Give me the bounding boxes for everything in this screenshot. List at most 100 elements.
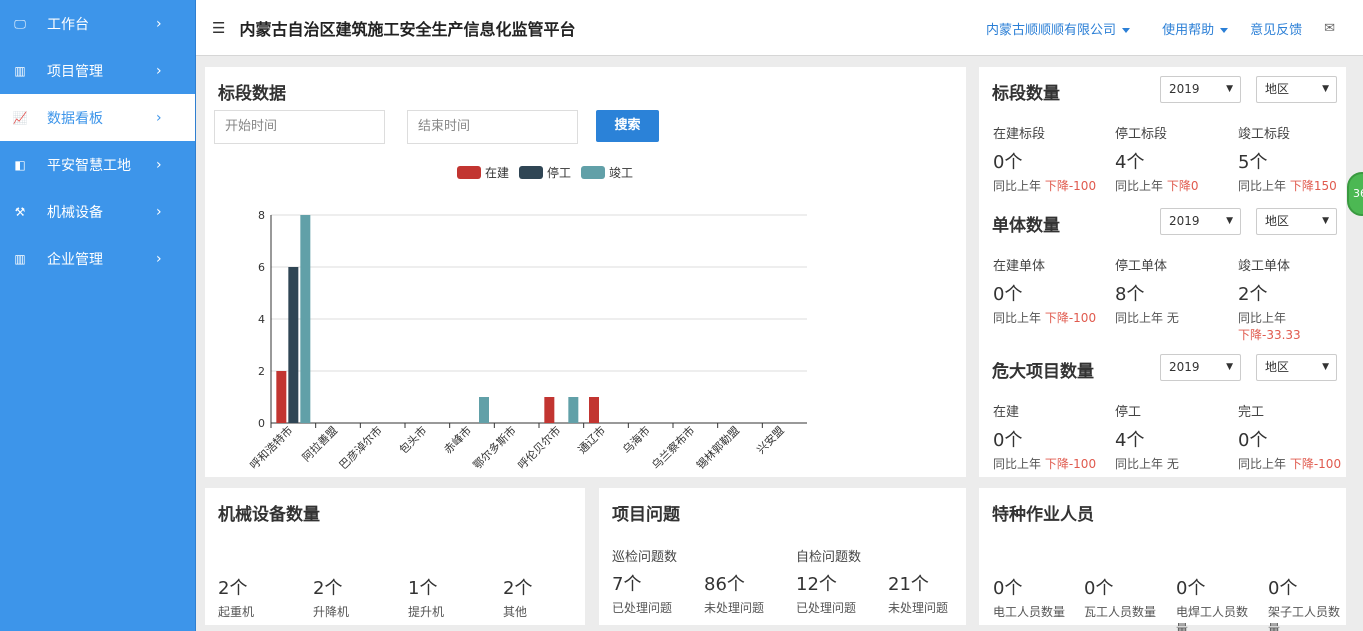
worker-scaffolder: 0个 架子工人员数量 xyxy=(1268,578,1341,631)
self-handled-link[interactable]: 已处理问题 xyxy=(796,599,856,616)
monitor-icon: 🖵 xyxy=(14,16,26,31)
x-tick-label: 阿拉善盟 xyxy=(299,423,340,464)
sidebar-item-workbench[interactable]: 🖵 工作台 › xyxy=(0,0,195,47)
stat-value: 4个 xyxy=(1115,152,1145,173)
stat-compare: 同比上年 下降-100 xyxy=(993,311,1097,325)
panel-title: 项目问题 xyxy=(612,505,680,525)
panel-title: 特种作业人员 xyxy=(992,505,1094,525)
chevron-right-icon: › xyxy=(156,203,162,220)
workers-panel: 特种作业人员 0个 电工人员数量 0个 瓦工人员数量 0个 电焊工人员数量 0个 架子工… xyxy=(979,488,1346,631)
triangle-down-icon: ▼ xyxy=(1226,216,1233,226)
unit-year-select[interactable]: 2019 ▼ xyxy=(1160,208,1241,235)
stat-compare: 同比上年 下降0 xyxy=(1115,179,1199,193)
stat-unit-completed: 竣工单体 2个 同比上年 下降-33.33 xyxy=(1238,255,1338,343)
panel-title: 标段数据 xyxy=(218,84,286,104)
machine-crane: 2个 起重机 xyxy=(218,578,255,619)
issues-panel: 项目问题 巡检问题数 自检问题数 7个 已处理问题 86个 未处理问题 12个 已处理… xyxy=(599,488,966,625)
patrol-unhandled-link[interactable]: 未处理问题 xyxy=(704,599,764,616)
stat-compare: 同比上年 下降-100 xyxy=(1238,457,1342,471)
danger-region-select[interactable]: 地区 ▼ xyxy=(1256,354,1337,381)
sidebar-item-label: 数据看板 xyxy=(47,110,103,127)
legend-item-completed[interactable]: 竣工 xyxy=(581,164,633,181)
stat-compare: 同比上年 无 xyxy=(1115,457,1179,471)
machine-lift: 2个 升降机 xyxy=(313,578,350,619)
stat-label: 在建 xyxy=(993,405,1020,420)
worker-electrician: 0个 电工人员数量 xyxy=(993,578,1066,619)
chart-bar xyxy=(300,215,311,423)
legend-swatch xyxy=(457,166,481,179)
sidebar-item-smart-site[interactable]: ◧ 平安智慧工地 › xyxy=(0,141,195,188)
floating-badge[interactable]: 36 xyxy=(1347,172,1363,216)
self-handled: 12个 已处理问题 xyxy=(796,574,857,616)
start-time-input[interactable]: 开始时间 xyxy=(214,110,385,144)
sidebar-item-dashboard[interactable]: 📈 数据看板 › xyxy=(0,94,195,141)
chevron-right-icon: › xyxy=(156,62,162,79)
danger-year-select[interactable]: 2019 ▼ xyxy=(1160,354,1241,381)
stat-label: 在建单体 xyxy=(993,259,1046,274)
select-value: 地区 xyxy=(1265,360,1290,374)
company-dropdown[interactable]: 内蒙古顺顺顺有限公司 xyxy=(986,19,1131,38)
building-icon: ▥ xyxy=(14,63,26,78)
segment-bar-chart: 0 2 4 6 8 呼和浩特市 阿拉善盟巴彦淖尔市 包头市 赤峰市鄂尔多斯市呼伦贝尔市 通辽市 乌海… xyxy=(247,209,807,472)
segment-year-select[interactable]: 2019 ▼ xyxy=(1160,76,1241,103)
chart-bar xyxy=(276,371,287,423)
legend-item-active[interactable]: 在建 xyxy=(457,164,509,181)
patrol-handled: 7个 已处理问题 xyxy=(612,574,673,616)
patrol-unhandled: 86个 未处理问题 xyxy=(704,574,765,616)
sidebar-item-projects[interactable]: ▥ 项目管理 › xyxy=(0,47,195,94)
legend-label: 停工 xyxy=(547,166,572,180)
stat-label: 完工 xyxy=(1238,405,1265,420)
x-tick-label: 乌海市 xyxy=(620,423,653,456)
stat-value: 8个 xyxy=(1115,284,1145,305)
mail-icon[interactable]: ✉ xyxy=(1324,21,1335,36)
x-tick-label: 包头市 xyxy=(396,423,429,456)
machine-hoist: 1个 提升机 xyxy=(408,578,445,619)
select-value: 2019 xyxy=(1169,360,1200,374)
legend-label: 在建 xyxy=(485,166,510,180)
caret-down-icon xyxy=(1122,27,1131,33)
self-issues-label: 自检问题数 xyxy=(796,550,862,565)
end-time-input[interactable]: 结束时间 xyxy=(407,110,578,144)
stat-value: 0个 xyxy=(993,152,1023,173)
stat-label: 停工标段 xyxy=(1115,127,1168,142)
select-value: 地区 xyxy=(1265,214,1290,228)
chevron-right-icon: › xyxy=(156,109,162,126)
stat-compare: 同比上年 下降-33.33 xyxy=(1238,311,1301,342)
sidebar-item-companies[interactable]: ▥ 企业管理 › xyxy=(0,235,195,282)
stat-danger-completed: 完工 0个 同比上年 下降-100 xyxy=(1238,401,1348,472)
self-unhandled: 21个 未处理问题 xyxy=(888,574,949,616)
worker-welder: 0个 电焊工人员数量 xyxy=(1176,578,1249,631)
menu-toggle-icon[interactable]: ☰ xyxy=(212,19,225,37)
patrol-handled-link[interactable]: 已处理问题 xyxy=(612,599,672,616)
stat-value: 4个 xyxy=(1115,430,1145,451)
chart-icon: 📈 xyxy=(12,110,28,125)
chevron-right-icon: › xyxy=(156,250,162,267)
x-tick-label: 乌兰察布市 xyxy=(649,423,698,472)
help-dropdown[interactable]: 使用帮助 xyxy=(1162,19,1229,38)
segment-count-title: 标段数量 xyxy=(992,84,1060,104)
unit-count-title: 单体数量 xyxy=(992,216,1060,236)
triangle-down-icon: ▼ xyxy=(1226,362,1233,372)
x-tick-label: 兴安盟 xyxy=(754,423,787,456)
stat-compare: 同比上年 下降-100 xyxy=(993,457,1097,471)
select-value: 地区 xyxy=(1265,82,1290,96)
chart-bar xyxy=(288,267,299,423)
x-tick-label: 赤峰市 xyxy=(441,423,474,456)
x-tick-label: 呼伦贝尔市 xyxy=(515,423,564,472)
unit-region-select[interactable]: 地区 ▼ xyxy=(1256,208,1337,235)
select-value: 2019 xyxy=(1169,82,1200,96)
y-tick-label: 6 xyxy=(258,261,265,274)
stat-danger-stopped: 停工 4个 同比上年 无 xyxy=(1115,401,1225,472)
chevron-right-icon: › xyxy=(156,156,162,173)
search-button[interactable]: 搜索 xyxy=(596,110,659,142)
legend-item-stopped[interactable]: 停工 xyxy=(519,164,571,181)
x-tick-label: 鄂尔多斯市 xyxy=(470,423,519,472)
stat-segment-active: 在建标段 0个 同比上年 下降-100 xyxy=(993,123,1103,194)
feedback-link[interactable]: 意见反馈 xyxy=(1250,19,1302,38)
sidebar-item-machines[interactable]: ⚒ 机械设备 › xyxy=(0,188,195,235)
segment-region-select[interactable]: 地区 ▼ xyxy=(1256,76,1337,103)
self-unhandled-link[interactable]: 未处理问题 xyxy=(888,599,948,616)
stat-label: 竣工单体 xyxy=(1238,259,1291,274)
page-title: 内蒙古自治区建筑施工安全生产信息化监管平台 xyxy=(239,19,576,39)
chart-bar xyxy=(568,397,579,423)
